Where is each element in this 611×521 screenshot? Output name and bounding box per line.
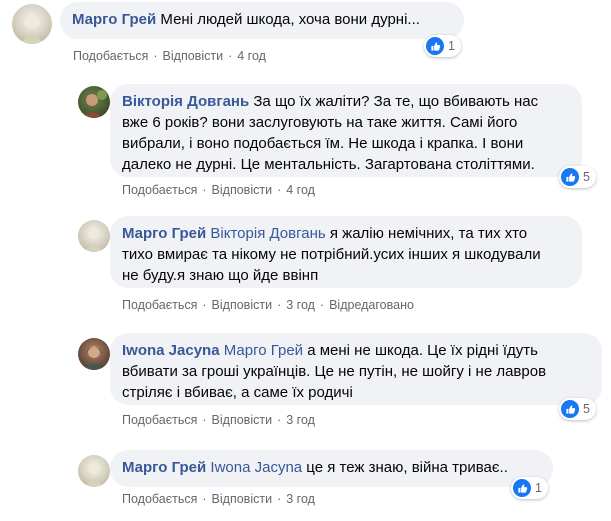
timestamp[interactable]: 3 год: [286, 413, 315, 427]
avatar[interactable]: [78, 220, 110, 252]
comment-actions: Подобається · Відповісти · 3 год: [122, 413, 315, 427]
reaction-number: 1: [448, 39, 455, 53]
reaction-count[interactable]: 5: [559, 398, 596, 420]
comment-text-line: вбивати за гроші українців. Це не путін,…: [122, 363, 547, 380]
comment-actions: Подобається · Відповісти · 3 год · Відредагова…: [122, 298, 414, 312]
reaction-count[interactable]: 5: [559, 166, 596, 188]
like-button[interactable]: Подобається: [122, 492, 197, 506]
comment-text-line: вибрали, і воно подобається їм. Не шкода…: [122, 135, 524, 152]
reply-button[interactable]: Відповісти: [212, 413, 273, 427]
comment-text-line: далеко не дурні. Це ментальність. Загарт…: [122, 156, 535, 173]
reaction-number: 5: [583, 170, 590, 184]
separator-dot: ·: [202, 298, 207, 312]
thumbs-up-icon: [561, 168, 579, 186]
avatar[interactable]: [12, 4, 52, 44]
separator-dot: ·: [277, 413, 282, 427]
mention-link[interactable]: Вікторія Довгань: [210, 225, 325, 242]
reaction-number: 1: [535, 481, 542, 495]
like-button[interactable]: Подобається: [73, 49, 148, 63]
avatar[interactable]: [78, 86, 110, 118]
thumbs-up-icon: [426, 37, 444, 55]
comment-actions: Подобається · Відповісти · 4 год: [122, 183, 315, 197]
separator-dot: ·: [277, 298, 282, 312]
like-button[interactable]: Подобається: [122, 298, 197, 312]
reaction-count[interactable]: 1: [424, 35, 461, 57]
avatar[interactable]: [78, 455, 110, 487]
reply-button[interactable]: Відповісти: [163, 49, 224, 63]
like-button[interactable]: Подобається: [122, 183, 197, 197]
separator-dot: ·: [277, 492, 282, 506]
timestamp[interactable]: 4 год: [286, 183, 315, 197]
comment-author[interactable]: Марго Грей: [122, 225, 206, 242]
timestamp[interactable]: 4 год: [237, 49, 266, 63]
user-portrait-icon: [84, 462, 104, 487]
edited-label[interactable]: Відредаговано: [329, 298, 414, 312]
comment-author[interactable]: Iwona Jacyna: [122, 342, 220, 359]
like-button[interactable]: Подобається: [122, 413, 197, 427]
reply-button[interactable]: Відповісти: [212, 183, 273, 197]
separator-dot: ·: [202, 492, 207, 506]
avatar[interactable]: [78, 338, 110, 370]
user-portrait-icon: [82, 90, 107, 118]
separator-dot: ·: [228, 49, 233, 63]
user-portrait-icon: [84, 227, 104, 252]
comment-text-line: вже 6 років? вони заслуговують на таке ж…: [122, 114, 518, 131]
comment-bubble: Iwona Jacyna Марго Грей а мені не шкода.…: [110, 333, 602, 405]
mention-link[interactable]: Iwona Jacyna: [210, 459, 302, 476]
timestamp[interactable]: 3 год: [286, 492, 315, 506]
comment-bubble: Вікторія Довгань За що їх жаліти? За те,…: [110, 84, 582, 177]
mention-link[interactable]: Марго Грей: [224, 342, 303, 359]
comment-text-line: я жалію немічних, та тих хто: [325, 225, 528, 242]
comment-text-line: тихо вмирає та нікому не потрібний.усих …: [122, 246, 541, 263]
comment-text: Мені людей шкода, хоча вони дурні...: [160, 11, 420, 28]
timestamp[interactable]: 3 год: [286, 298, 315, 312]
comment-author[interactable]: Марго Грей: [72, 11, 156, 28]
user-portrait-icon: [20, 13, 44, 44]
comment-text-line: а мені не шкода. Це їх рідні їдуть: [303, 342, 538, 359]
thumbs-up-icon: [561, 400, 579, 418]
comment-bubble: Марго Грей Iwona Jacyna це я теж знаю, в…: [110, 450, 553, 487]
separator-dot: ·: [202, 183, 207, 197]
comment-text-line: не буду.я знаю що йде ввінп: [122, 267, 319, 284]
comment-actions: Подобається · Відповісти · 4 год: [73, 49, 266, 63]
comment-text: це я теж знаю, війна триває..: [302, 459, 508, 476]
reaction-count[interactable]: 1: [511, 477, 548, 499]
separator-dot: ·: [202, 413, 207, 427]
comment-bubble: Марго Грей Мені людей шкода, хоча вони д…: [60, 2, 464, 39]
comment-text-line: стріляє і вбиває, а саме їх родичі: [122, 384, 353, 401]
comment-bubble: Марго Грей Вікторія Довгань я жалію немі…: [110, 216, 582, 288]
comment-actions: Подобається · Відповісти · 3 год: [122, 492, 315, 506]
separator-dot: ·: [319, 298, 325, 312]
user-portrait-icon: [84, 346, 104, 370]
comment-author[interactable]: Марго Грей: [122, 459, 206, 476]
thumbs-up-icon: [513, 479, 531, 497]
comment-author[interactable]: Вікторія Довгань: [122, 93, 249, 110]
reply-button[interactable]: Відповісти: [212, 492, 273, 506]
separator-dot: ·: [277, 183, 282, 197]
separator-dot: ·: [153, 49, 158, 63]
comment-text-line: За що їх жаліти? За те, що вбивають нас: [253, 93, 539, 110]
reaction-number: 5: [583, 402, 590, 416]
reply-button[interactable]: Відповісти: [212, 298, 273, 312]
